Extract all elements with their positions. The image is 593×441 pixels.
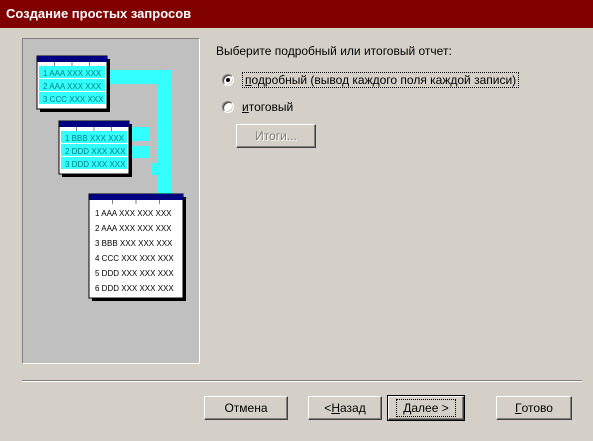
report-type-prompt: Выберите подробный или итоговый отчет: (216, 44, 452, 58)
finish-button[interactable]: Готово (496, 396, 572, 420)
table-1-row-text: 3 CCC XXX XXX (43, 95, 104, 104)
summary-option-label[interactable]: итоговый (242, 100, 293, 114)
table-2-header (59, 121, 129, 127)
table-2-row-text: 2 DDD XXX XXX (65, 147, 126, 156)
table-2-row-text: 1 BBB XXX XXX (65, 134, 125, 143)
table-3-row-text: 1 AAA XXX XXX XXX (95, 209, 172, 218)
table-1-row-text: 2 AAA XXX XXX (43, 82, 102, 91)
table-3-header (89, 194, 183, 200)
back-button[interactable]: < Назад (308, 396, 382, 420)
totals-button[interactable]: Итоги... (236, 124, 316, 148)
button-separator (22, 380, 582, 382)
query-illustration: 1 AAA XXX XXX 2 AAA XXX XXX 3 CCC XXX XXX 1… (22, 38, 200, 364)
detail-option-label[interactable]: подробный (вывод каждого поля каждой зап… (242, 72, 520, 88)
table-3-row-text: 2 AAA XXX XXX XXX (95, 224, 172, 233)
summary-option[interactable]: итоговый (222, 100, 293, 114)
table-3-row-text: 3 BBB XXX XXX XXX (95, 239, 173, 248)
table-3-row-text: 6 DDD XXX XXX XXX (95, 284, 174, 293)
table-2-row-text: 3 DDD XXX XXX (65, 160, 126, 169)
detail-radio[interactable] (222, 74, 234, 86)
next-button[interactable]: Далее > (387, 395, 465, 421)
table-1-header (37, 56, 107, 62)
window-title: Создание простых запросов (0, 0, 593, 28)
cancel-button[interactable]: Отмена (204, 396, 288, 420)
illustration-drawing: 1 AAA XXX XXX 2 AAA XXX XXX 3 CCC XXX XXX 1… (36, 55, 186, 301)
summary-radio[interactable] (222, 101, 234, 113)
table-3-row-text: 4 CCC XXX XXX XXX (95, 254, 174, 263)
table-3-row-text: 5 DDD XXX XXX XXX (95, 269, 174, 278)
next-focus: Далее > (396, 399, 456, 417)
table-1-row-text: 1 AAA XXX XXX (43, 69, 102, 78)
detail-option[interactable]: подробный (вывод каждого поля каждой зап… (222, 72, 520, 88)
